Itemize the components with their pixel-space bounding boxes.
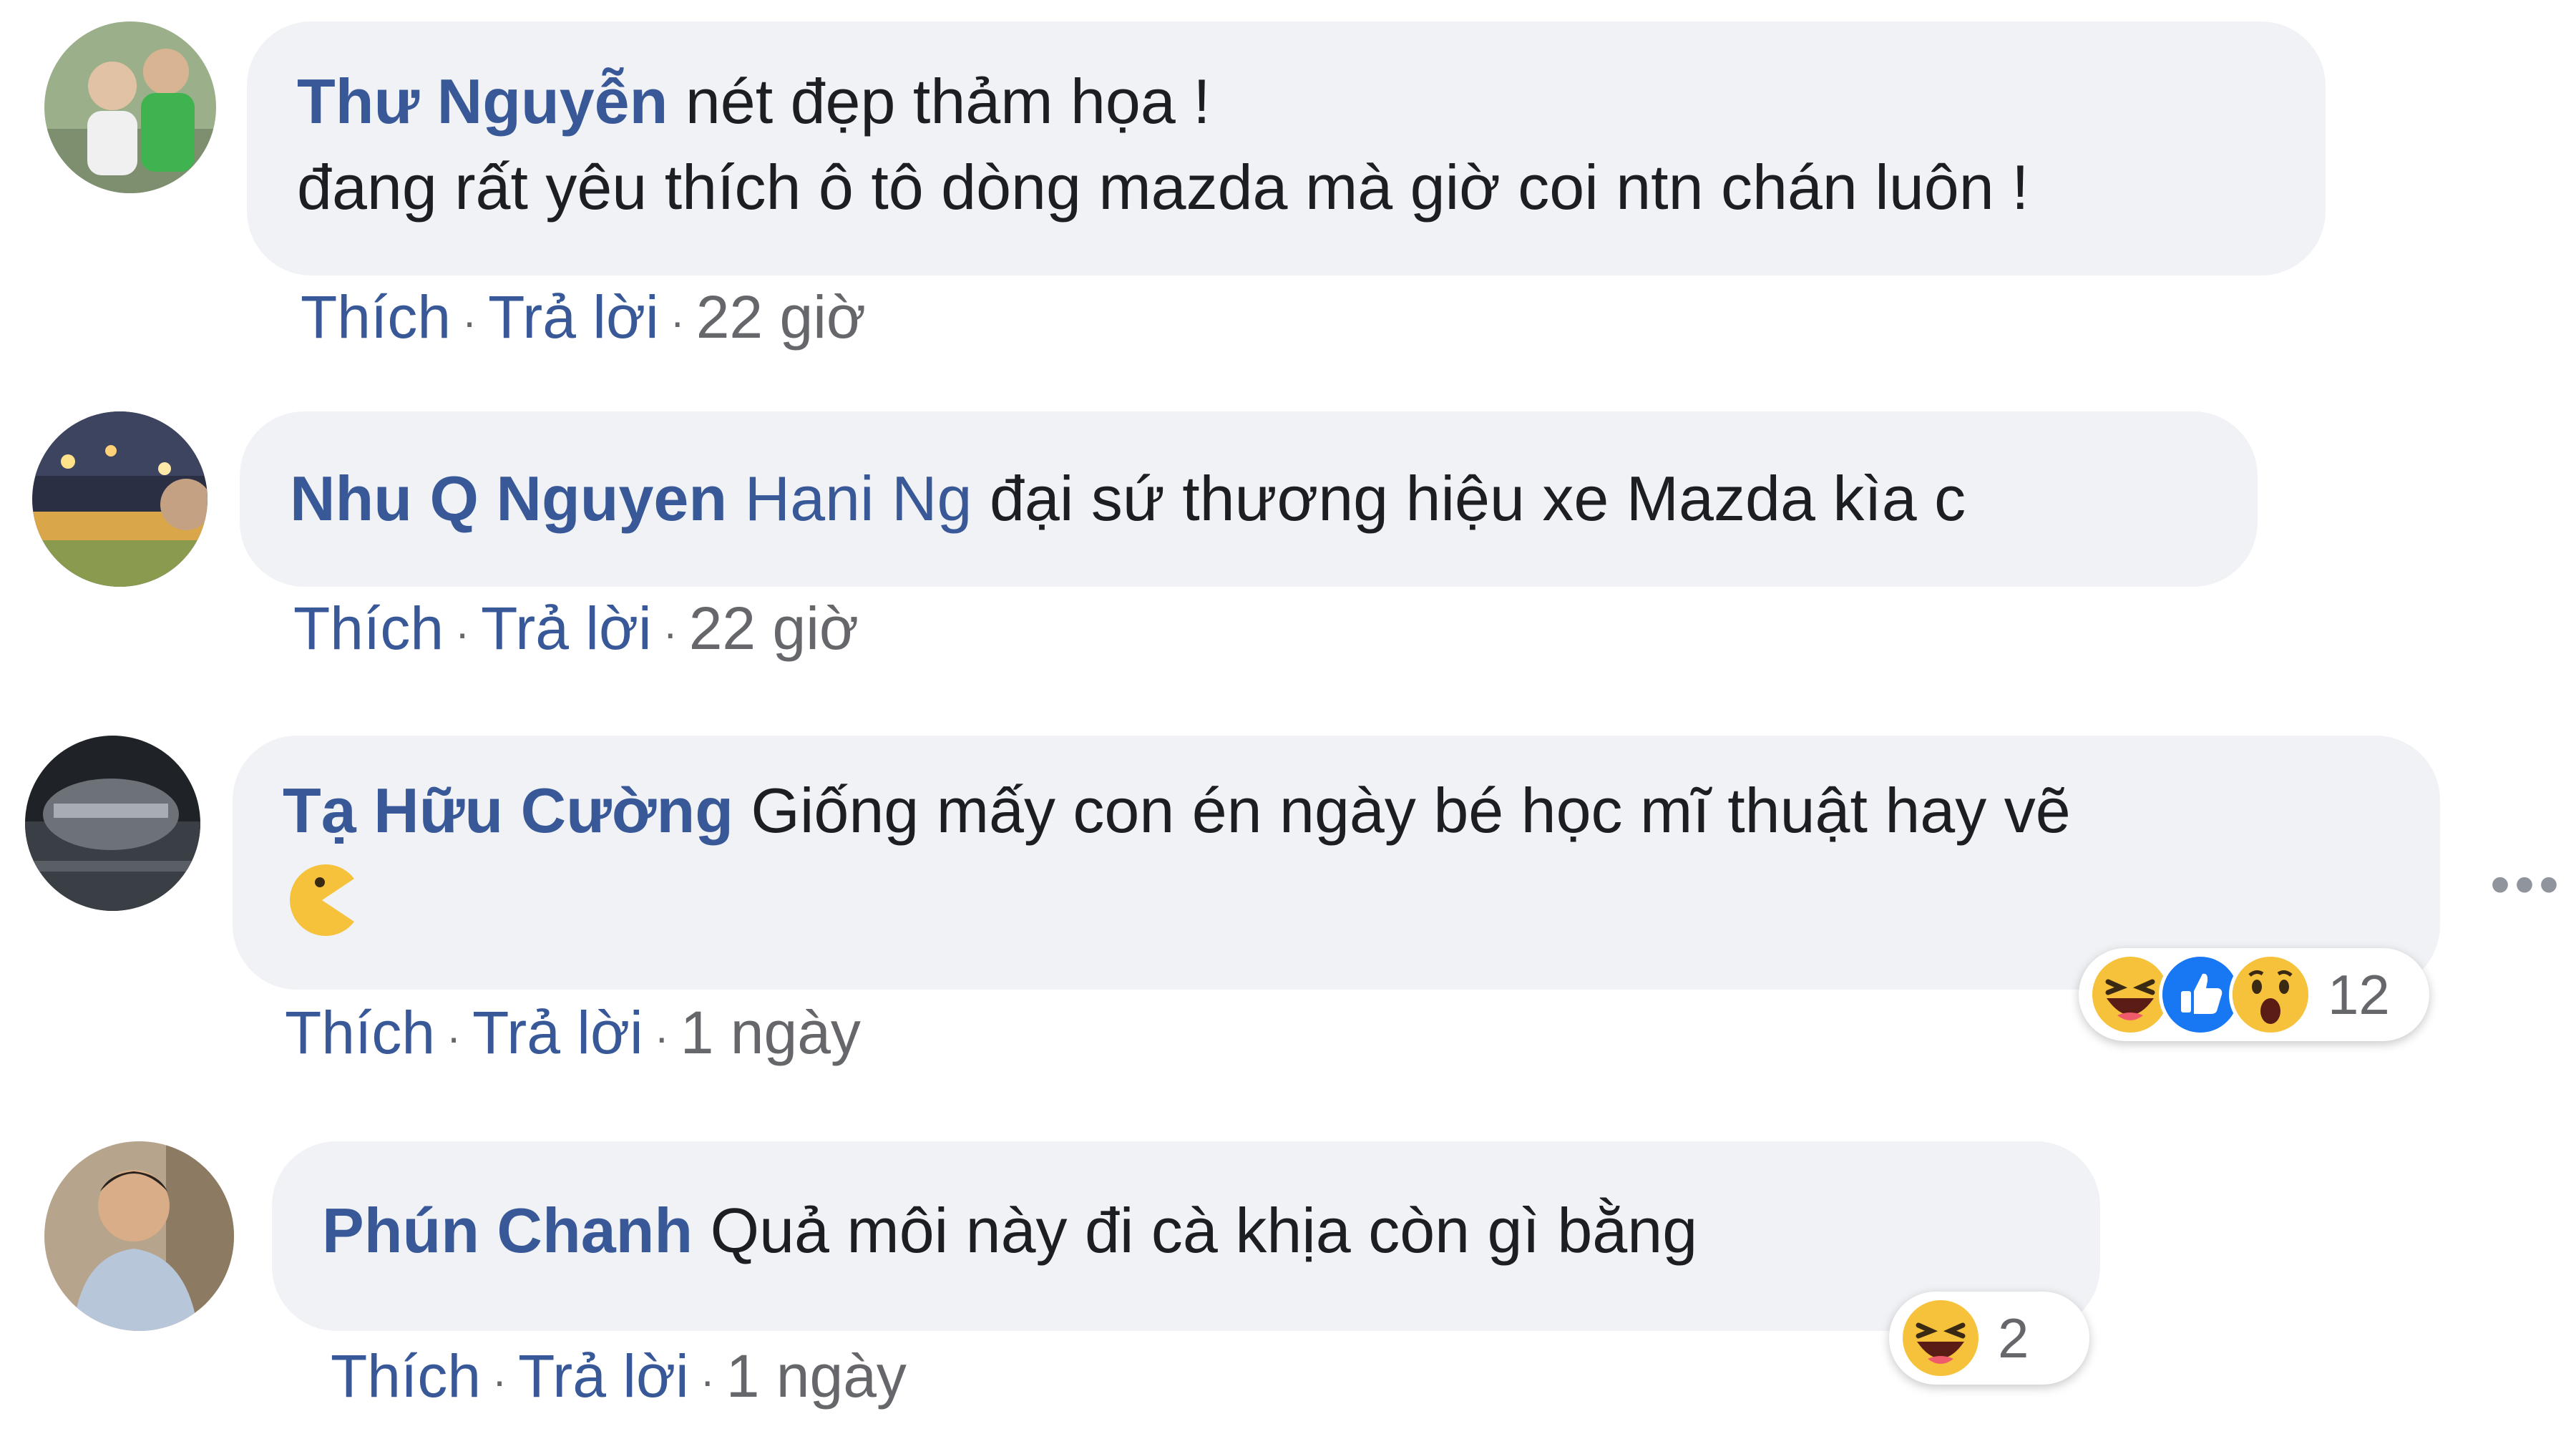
comment-text: Quả môi này đi cà khịa còn gì bằng bbox=[693, 1195, 1698, 1266]
comment-item: Thư Nguyễn nét đẹp thảm họa ! đang rất y… bbox=[0, 0, 2576, 372]
reaction-summary[interactable]: 12 bbox=[2079, 948, 2429, 1041]
reaction-count: 12 bbox=[2328, 962, 2390, 1026]
comment-item: Tạ Hữu Cường Giống mấy con én ngày bé họ… bbox=[0, 730, 2576, 1116]
separator: · bbox=[492, 1357, 507, 1405]
avatar[interactable] bbox=[44, 1141, 234, 1331]
comment-timestamp[interactable]: 1 ngày bbox=[726, 1342, 907, 1410]
reply-button[interactable]: Trả lời bbox=[481, 595, 652, 662]
reply-button[interactable]: Trả lời bbox=[488, 283, 659, 351]
avatar[interactable] bbox=[25, 736, 200, 911]
comment-author[interactable]: Phún Chanh bbox=[322, 1195, 693, 1266]
comment-item: Nhu Q Nguyen Hani Ng đại sứ thương hiệu … bbox=[0, 401, 2576, 701]
comment-actions: Thích · Trả lời · 22 giờ bbox=[293, 594, 859, 663]
separator: · bbox=[654, 1013, 669, 1062]
more-options-icon[interactable]: ••• bbox=[2490, 852, 2563, 917]
comment-timestamp[interactable]: 1 ngày bbox=[680, 999, 861, 1066]
pacman-emoji-icon bbox=[283, 861, 361, 961]
comment-author[interactable]: Nhu Q Nguyen bbox=[290, 463, 727, 534]
comment-actions: Thích · Trả lời · 1 ngày bbox=[285, 998, 861, 1068]
like-button[interactable]: Thích bbox=[301, 283, 451, 351]
separator: · bbox=[462, 298, 477, 346]
comment-timestamp[interactable]: 22 giờ bbox=[689, 595, 859, 662]
avatar[interactable] bbox=[32, 411, 208, 587]
comment-item: Phún Chanh Quả môi này đi cà khịa còn gì… bbox=[0, 1138, 2576, 1449]
reaction-count: 2 bbox=[1998, 1306, 2029, 1370]
comment-text: đại sứ thương hiệu xe Mazda kìa c bbox=[989, 463, 1966, 534]
comment-bubble: Thư Nguyễn nét đẹp thảm họa ! đang rất y… bbox=[247, 21, 2326, 275]
comment-bubble: Nhu Q Nguyen Hani Ng đại sứ thương hiệu … bbox=[240, 411, 2258, 587]
haha-icon bbox=[1899, 1297, 1982, 1380]
comment-text: Giống mấy con én ngày bé học mĩ thuật ha… bbox=[733, 775, 2071, 846]
separator: · bbox=[447, 1013, 462, 1062]
comment-text: đang rất yêu thích ô tô dòng mazda mà gi… bbox=[297, 152, 2029, 223]
reply-button[interactable]: Trả lời bbox=[472, 999, 643, 1066]
like-button[interactable]: Thích bbox=[285, 999, 435, 1066]
reaction-summary[interactable]: 2 bbox=[1889, 1292, 2089, 1385]
like-button[interactable]: Thích bbox=[293, 595, 444, 662]
mention-tag[interactable]: Hani Ng bbox=[745, 463, 972, 534]
comment-author[interactable]: Tạ Hữu Cường bbox=[283, 775, 733, 846]
separator: · bbox=[455, 609, 470, 658]
reply-button[interactable]: Trả lời bbox=[518, 1342, 689, 1410]
comment-actions: Thích · Trả lời · 1 ngày bbox=[331, 1342, 907, 1411]
wow-icon bbox=[2229, 953, 2312, 1036]
comment-actions: Thích · Trả lời · 22 giờ bbox=[301, 283, 866, 352]
separator: · bbox=[663, 609, 678, 658]
comment-timestamp[interactable]: 22 giờ bbox=[696, 283, 866, 351]
comment-bubble: Phún Chanh Quả môi này đi cà khịa còn gì… bbox=[272, 1141, 2100, 1331]
comment-author[interactable]: Thư Nguyễn bbox=[297, 66, 668, 137]
comment-text: nét đẹp thảm họa ! bbox=[668, 66, 1211, 137]
separator: · bbox=[700, 1357, 715, 1405]
avatar[interactable] bbox=[44, 21, 216, 193]
like-button[interactable]: Thích bbox=[331, 1342, 481, 1410]
separator: · bbox=[670, 298, 685, 346]
